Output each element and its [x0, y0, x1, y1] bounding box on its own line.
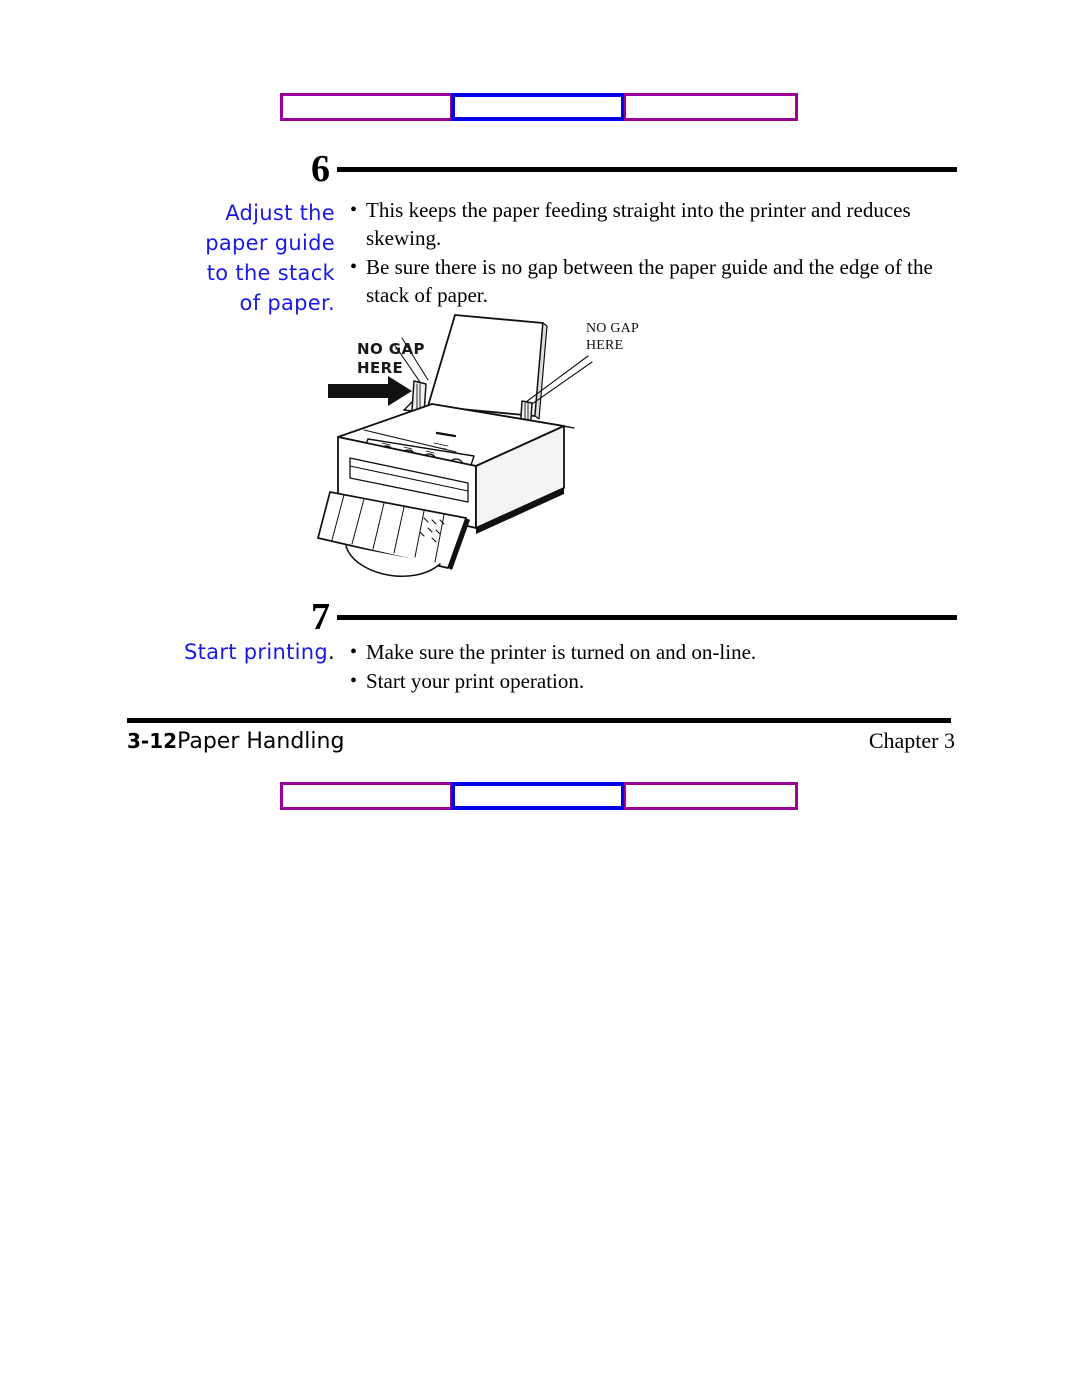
step-7-bullet-list: • Make sure the printer is turned on and…: [350, 638, 950, 696]
decorative-segment-purple-left: [280, 782, 452, 810]
document-page: 6 Adjust the paper guide to the stack of…: [0, 0, 1080, 1397]
step-6-bullet-2-text: Be sure there is no gap between the pape…: [366, 255, 933, 307]
callout-left-line-1: NO GAP: [357, 340, 425, 358]
callout-right-line-2: HERE: [586, 338, 624, 353]
step-6-bullet-list: • This keeps the paper feeding straight …: [350, 196, 950, 310]
decorative-segment-blue-middle: [451, 782, 625, 810]
list-item: • Make sure the printer is turned on and…: [350, 638, 950, 666]
callout-right-line-1: NO GAP: [586, 321, 639, 336]
footer-page-number: 3-12: [127, 729, 178, 753]
step-6-caption-line-2: paper guide: [205, 231, 335, 255]
decorative-segment-purple-right: [624, 93, 798, 121]
footer-left-group: 3-12Paper Handling: [127, 729, 344, 754]
callout-right-no-gap-here: NO GAP HERE: [586, 320, 639, 354]
step-7-number: 7: [311, 596, 330, 638]
bullet-icon: •: [350, 199, 358, 221]
step-6-bullet-1-text: This keeps the paper feeding straight in…: [366, 198, 911, 250]
decorative-segment-purple-right: [624, 782, 798, 810]
callout-left-line-2: HERE: [357, 359, 404, 377]
bullet-icon: •: [350, 256, 358, 278]
decorative-segment-purple-left: [280, 93, 452, 121]
list-item: • This keeps the paper feeding straight …: [350, 196, 950, 252]
step-6-number: 6: [311, 148, 330, 190]
bullet-icon: •: [350, 670, 358, 692]
step-6-caption-line-4: of paper.: [239, 291, 335, 315]
step-7-heading: 7: [296, 598, 957, 636]
decorative-segment-blue-middle: [451, 93, 625, 121]
list-item: • Be sure there is no gap between the pa…: [350, 253, 950, 309]
step-6-rule: [337, 166, 957, 172]
step-7-caption-period: .: [328, 640, 335, 664]
list-item: • Start your print operation.: [350, 667, 950, 695]
decorative-bar-top: [280, 93, 798, 121]
step-7-bullet-2-text: Start your print operation.: [366, 669, 585, 693]
bullet-icon: •: [350, 641, 358, 663]
footer-divider: [127, 718, 951, 723]
step-7-bullet-1-text: Make sure the printer is turned on and o…: [366, 640, 757, 664]
step-6-caption-line-3: to the stack: [206, 261, 335, 285]
step-7-caption-line-1: Start printing: [184, 640, 329, 664]
page-footer: 3-12Paper Handling Chapter 3: [127, 728, 955, 754]
step-6-heading: 6: [296, 150, 957, 188]
step-6-caption: Adjust the paper guide to the stack of p…: [140, 198, 335, 318]
step-6-caption-line-1: Adjust the: [225, 201, 335, 225]
footer-section-title: Paper Handling: [177, 729, 345, 754]
decorative-bar-bottom: [280, 782, 798, 810]
callout-left-no-gap-here: NO GAP HERE: [357, 340, 425, 378]
step-7-rule: [337, 614, 957, 620]
footer-chapter-label: Chapter 3: [868, 728, 955, 753]
step-7-caption: Start printing.: [140, 637, 335, 667]
